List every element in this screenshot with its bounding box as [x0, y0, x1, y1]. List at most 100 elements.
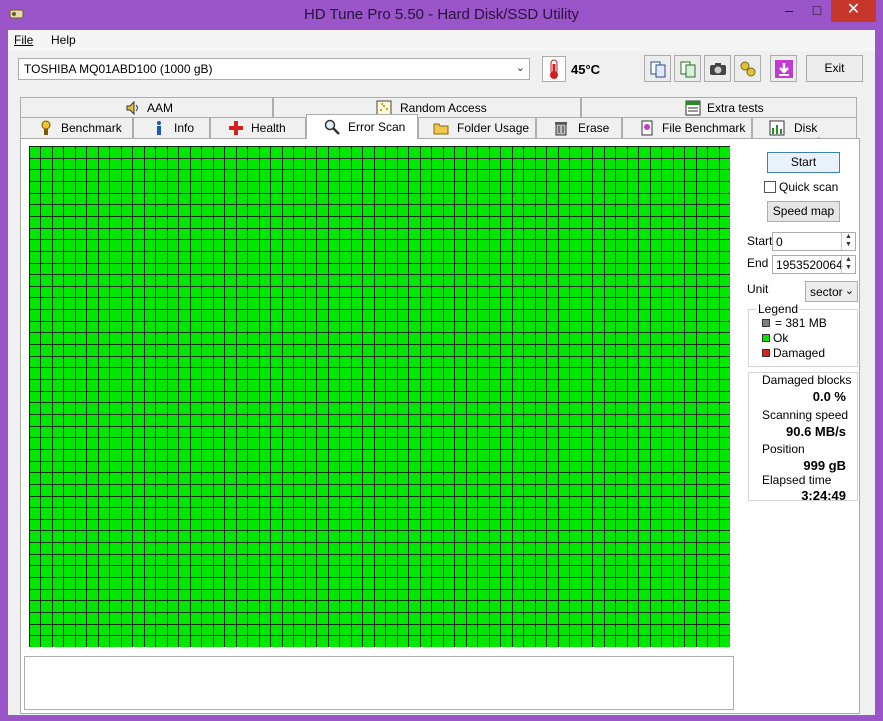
scan-block [616, 356, 627, 368]
scan-block [340, 531, 351, 543]
spin-arrows-icon[interactable]: ▲ ▼ [841, 256, 855, 273]
scan-block [593, 508, 604, 519]
scan-block [535, 519, 547, 531]
scan-block [30, 356, 41, 368]
scan-block [374, 554, 386, 566]
scan-block [202, 589, 213, 601]
scan-block [236, 333, 248, 345]
start-sector-input[interactable]: 0 ▲ ▼ [772, 232, 856, 251]
scan-block [397, 543, 409, 554]
copy-info-button[interactable] [644, 55, 671, 82]
scan-block [282, 473, 294, 484]
scan-block [121, 205, 133, 216]
scan-block [570, 356, 581, 368]
scan-block [144, 566, 156, 578]
scan-block [593, 251, 604, 263]
minimize-button[interactable]: – [779, 0, 799, 22]
scan-block [696, 543, 707, 554]
tab-health[interactable]: Health [210, 117, 306, 138]
log-area[interactable] [24, 656, 734, 710]
scan-block [466, 613, 478, 624]
title-bar[interactable]: HD Tune Pro 5.50 - Hard Disk/SSD Utility… [0, 0, 883, 29]
scan-block [455, 310, 466, 321]
scan-block [685, 554, 696, 566]
scan-block [512, 496, 524, 508]
scan-block [374, 391, 386, 403]
scan-block [317, 228, 328, 240]
app-window: HD Tune Pro 5.50 - Hard Disk/SSD Utility… [0, 0, 883, 721]
maximize-button[interactable]: □ [806, 0, 828, 22]
scan-block [156, 205, 167, 216]
quick-scan-checkbox[interactable] [764, 181, 776, 193]
scan-block [696, 449, 707, 461]
scan-block [673, 484, 685, 496]
scan-block [156, 403, 167, 414]
speed-map-button[interactable]: Speed map [767, 201, 840, 222]
scan-block [30, 310, 41, 321]
scan-block [593, 286, 604, 298]
start-button[interactable]: Start [767, 152, 840, 173]
drive-select[interactable]: TOSHIBA MQ01ABD100 (1000 gB) ⌄ [18, 58, 530, 80]
unit-select[interactable]: sector ⌄ [805, 281, 858, 302]
scan-block [75, 345, 87, 356]
tab-benchmark[interactable]: Benchmark [20, 117, 133, 138]
scan-block [466, 263, 478, 275]
scan-block [512, 298, 524, 310]
scan-block [64, 438, 75, 449]
scan-block [662, 333, 673, 345]
exit-button[interactable]: Exit [806, 55, 863, 82]
tab-folder-usage[interactable]: Folder Usage [418, 117, 536, 138]
scan-block [30, 403, 41, 414]
scan-block [87, 624, 98, 636]
scan-block [64, 205, 75, 216]
scan-block [570, 624, 581, 636]
menu-file[interactable]: File [14, 33, 33, 47]
scan-block [397, 298, 409, 310]
tab-extra-tests[interactable]: Extra tests [581, 97, 857, 118]
scan-block [432, 216, 443, 228]
tab-info[interactable]: Info [133, 117, 210, 138]
end-sector-input[interactable]: 1953520064 ▲ ▼ [772, 255, 856, 274]
speaker-icon [126, 100, 138, 116]
scan-block [593, 356, 604, 368]
scan-block [144, 251, 156, 263]
scan-block [616, 496, 627, 508]
scan-block [535, 321, 547, 333]
tab-file-benchmark[interactable]: File Benchmark [622, 117, 752, 138]
tab-disk-monitor[interactable]: Disk monitor [752, 117, 857, 149]
scan-block [524, 543, 535, 554]
scan-block [30, 321, 41, 333]
scan-block [558, 426, 570, 438]
scan-block [501, 589, 512, 601]
menu-help[interactable]: Help [51, 33, 76, 47]
scan-block [213, 484, 225, 496]
scan-block [340, 170, 351, 181]
tab-aam[interactable]: AAM [20, 97, 273, 118]
scan-block [179, 181, 190, 193]
scan-block [374, 508, 386, 519]
scan-block [248, 170, 259, 181]
scan-block [351, 578, 363, 589]
save-button[interactable] [770, 55, 797, 82]
scan-block [294, 543, 305, 554]
tab-error-scan[interactable]: Error Scan [306, 114, 418, 139]
screenshot-button[interactable] [704, 55, 731, 82]
scan-block [248, 624, 259, 636]
scan-block [110, 566, 121, 578]
spin-arrows-icon[interactable]: ▲ ▼ [841, 233, 855, 250]
scan-block [409, 298, 420, 310]
copy-all-button[interactable] [674, 55, 701, 82]
scan-block [627, 636, 639, 647]
scan-block [512, 473, 524, 484]
scan-block [558, 356, 570, 368]
scan-block [351, 403, 363, 414]
scan-block [432, 508, 443, 519]
scan-block [87, 275, 98, 286]
close-button[interactable]: ✕ [831, 0, 876, 22]
scan-block [87, 228, 98, 240]
scan-block [478, 508, 489, 519]
scan-block [133, 531, 144, 543]
options-button[interactable] [734, 55, 761, 82]
scan-block [190, 391, 202, 403]
tab-erase[interactable]: Erase [536, 117, 622, 138]
